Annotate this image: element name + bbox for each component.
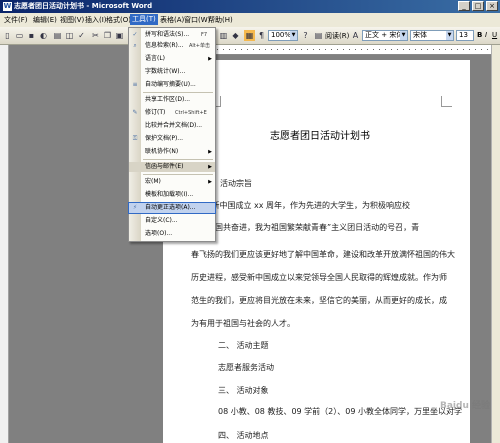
menu-item-protect-document[interactable]: ⚿ 保护文档(P)... bbox=[129, 134, 215, 144]
drawing-icon[interactable]: ◆ bbox=[230, 30, 241, 41]
close-button[interactable]: × bbox=[486, 1, 498, 11]
format-icon[interactable]: A bbox=[350, 30, 361, 41]
doc-line: 三、 活动对象 bbox=[218, 386, 269, 395]
copy-icon[interactable]: ❐ bbox=[102, 30, 113, 41]
doc-line: 志愿者服务活动 bbox=[218, 363, 274, 372]
chevron-down-icon: ▼ bbox=[446, 31, 453, 40]
underline-button[interactable]: U bbox=[492, 31, 497, 39]
menu-edit[interactable]: 编辑(E) bbox=[33, 15, 57, 25]
tools-menu: ✓ 拼写和语法(S)... F7 ⌕ 信息检索(R)... Alt+单击 语言(… bbox=[128, 27, 216, 242]
print-preview-icon[interactable]: ◫ bbox=[64, 30, 75, 41]
spelling-icon[interactable]: ✓ bbox=[76, 30, 87, 41]
doc-line: 历史进程，感受新中国成立以来党领导全国人民取得的辉煌成就。作为师 bbox=[191, 273, 447, 282]
window-title: 志愿者团日活动计划书 - Microsoft Word bbox=[14, 2, 153, 10]
menu-item-language[interactable]: 语言(L) ▶ bbox=[129, 54, 215, 64]
menu-item-macro[interactable]: 宏(M) ▶ bbox=[129, 177, 215, 187]
minimize-button[interactable]: _ bbox=[458, 1, 470, 11]
title-bar: W 志愿者团日活动计划书 - Microsoft Word _ □ × bbox=[0, 0, 500, 13]
doc-line: 活动宗旨 bbox=[220, 179, 252, 188]
italic-button[interactable]: I bbox=[485, 31, 487, 39]
menu-item-templates-addins[interactable]: 模板和加载项(I)... bbox=[129, 190, 215, 200]
doc-line: 春飞扬的我们更应该更好地了解中国革命，建设和改革开放满怀祖国的伟大 bbox=[191, 250, 455, 259]
doc-line: 范生的我们，更应将目光放在未来，坚信它的美丽，从而更好的成长，成 bbox=[191, 296, 447, 305]
menu-item-customize[interactable]: 自定义(C)... bbox=[129, 216, 215, 226]
menu-item-autosummarize[interactable]: ≡ 自动编写摘要(U)... bbox=[129, 80, 215, 90]
menu-tools[interactable]: 工具(T) bbox=[130, 14, 158, 25]
track-changes-icon: ✎ bbox=[132, 109, 138, 116]
read-button[interactable]: 阅读(R) bbox=[325, 31, 349, 41]
font-size-select[interactable]: 13 bbox=[456, 30, 474, 41]
protect-icon: ⚿ bbox=[132, 135, 138, 142]
menu-item-track-changes[interactable]: ✎ 修订(T) Ctrl+Shift+E bbox=[129, 108, 215, 118]
new-document-icon[interactable]: ▯ bbox=[2, 30, 13, 41]
submenu-arrow-icon: ▶ bbox=[208, 164, 212, 170]
window-controls: _ □ × bbox=[458, 1, 498, 11]
doc-line: 为有用于祖国与社会的人才。 bbox=[191, 319, 295, 328]
menu-item-spelling[interactable]: ✓ 拼写和语法(S)... F7 bbox=[129, 30, 215, 40]
submenu-arrow-icon: ▶ bbox=[208, 179, 212, 185]
bold-button[interactable]: B bbox=[477, 31, 482, 39]
standard-toolbar: ▯ ▭ ▪ ◐ ▤ ◫ ✓ ✂ ❐ ▣ ▥ ◆ ▦ ¶ 100% ▼ ? ▤ 阅读… bbox=[0, 27, 500, 45]
menu-item-autocorrect-options[interactable]: ⚡ 自动更正选项(A)... bbox=[128, 202, 216, 214]
menu-item-letters-mailings[interactable]: 信函与邮件(E) ▶ bbox=[129, 162, 215, 172]
submenu-arrow-icon: ▶ bbox=[208, 149, 212, 155]
document-map-icon[interactable]: ▦ bbox=[244, 30, 255, 41]
research-icon: ⌕ bbox=[133, 42, 137, 49]
menu-separator bbox=[143, 92, 213, 93]
autosummarize-icon: ≡ bbox=[132, 81, 138, 88]
menu-item-options[interactable]: 选项(O)... bbox=[129, 229, 215, 239]
horizontal-ruler bbox=[205, 45, 491, 55]
menu-table[interactable]: 表格(A) bbox=[160, 15, 184, 25]
print-icon[interactable]: ▤ bbox=[52, 30, 63, 41]
doc-line: 我与祖国共奋进，我为祖国繁荣献青春”主义团日活动的号召，青 bbox=[191, 223, 420, 232]
doc-line: 二、 活动主题 bbox=[218, 341, 269, 350]
menu-item-word-count[interactable]: 字数统计(W)... bbox=[129, 67, 215, 77]
menu-view[interactable]: 视图(V) bbox=[60, 15, 84, 25]
permission-icon[interactable]: ◐ bbox=[38, 30, 49, 41]
open-folder-icon[interactable]: ▭ bbox=[14, 30, 25, 41]
maximize-button[interactable]: □ bbox=[472, 1, 484, 11]
vertical-ruler bbox=[0, 45, 9, 443]
menu-item-compare-merge[interactable]: 比较并合并文档(D)... bbox=[129, 121, 215, 131]
watermark: Baidu 经验 bbox=[440, 401, 491, 411]
style-select[interactable]: 正文 + 宋体 ▼ bbox=[362, 30, 408, 41]
menu-file[interactable]: 文件(F) bbox=[4, 15, 28, 25]
save-icon[interactable]: ▪ bbox=[26, 30, 37, 41]
menu-bar: 文件(F) 编辑(E) 视图(V) 插入(I) 格式(O) 工具(T) 表格(A… bbox=[0, 13, 500, 28]
zoom-select[interactable]: 100% ▼ bbox=[268, 30, 298, 41]
cut-icon[interactable]: ✂ bbox=[90, 30, 101, 41]
doc-line: 08 小教、08 教技、09 学前（2）、09 小教全体同学，万里坐以对学 bbox=[218, 407, 462, 416]
autocorrect-icon: ⚡ bbox=[132, 204, 138, 211]
vertical-scrollbar[interactable] bbox=[491, 45, 500, 443]
menu-item-shared-workspace[interactable]: 共享工作区(D)... bbox=[129, 95, 215, 105]
chevron-down-icon: ▼ bbox=[400, 31, 407, 40]
margin-corner-mark bbox=[441, 96, 452, 107]
menu-insert[interactable]: 插入(I) bbox=[85, 15, 107, 25]
menu-separator bbox=[143, 174, 213, 175]
columns-icon[interactable]: ▥ bbox=[218, 30, 229, 41]
paste-icon[interactable]: ▣ bbox=[114, 30, 125, 41]
menu-window[interactable]: 窗口(W) bbox=[184, 15, 210, 25]
help-icon[interactable]: ? bbox=[300, 30, 311, 41]
menu-separator bbox=[143, 159, 213, 160]
menu-item-research[interactable]: ⌕ 信息检索(R)... Alt+单击 bbox=[129, 41, 215, 51]
menu-help[interactable]: 帮助(H) bbox=[208, 15, 233, 25]
read-mode-icon[interactable]: ▤ bbox=[313, 30, 324, 41]
spelling-icon: ✓ bbox=[132, 31, 138, 38]
word-app-icon: W bbox=[3, 2, 12, 11]
show-hide-icon[interactable]: ¶ bbox=[256, 30, 267, 41]
submenu-arrow-icon: ▶ bbox=[208, 56, 212, 62]
menu-item-online-collaboration[interactable]: 联机协作(N) ▶ bbox=[129, 147, 215, 157]
doc-line: 四、 活动地点 bbox=[218, 431, 269, 440]
menu-format[interactable]: 格式(O) bbox=[106, 15, 131, 25]
font-select[interactable]: 宋体 ▼ bbox=[410, 30, 454, 41]
chevron-down-icon: ▼ bbox=[290, 31, 297, 40]
